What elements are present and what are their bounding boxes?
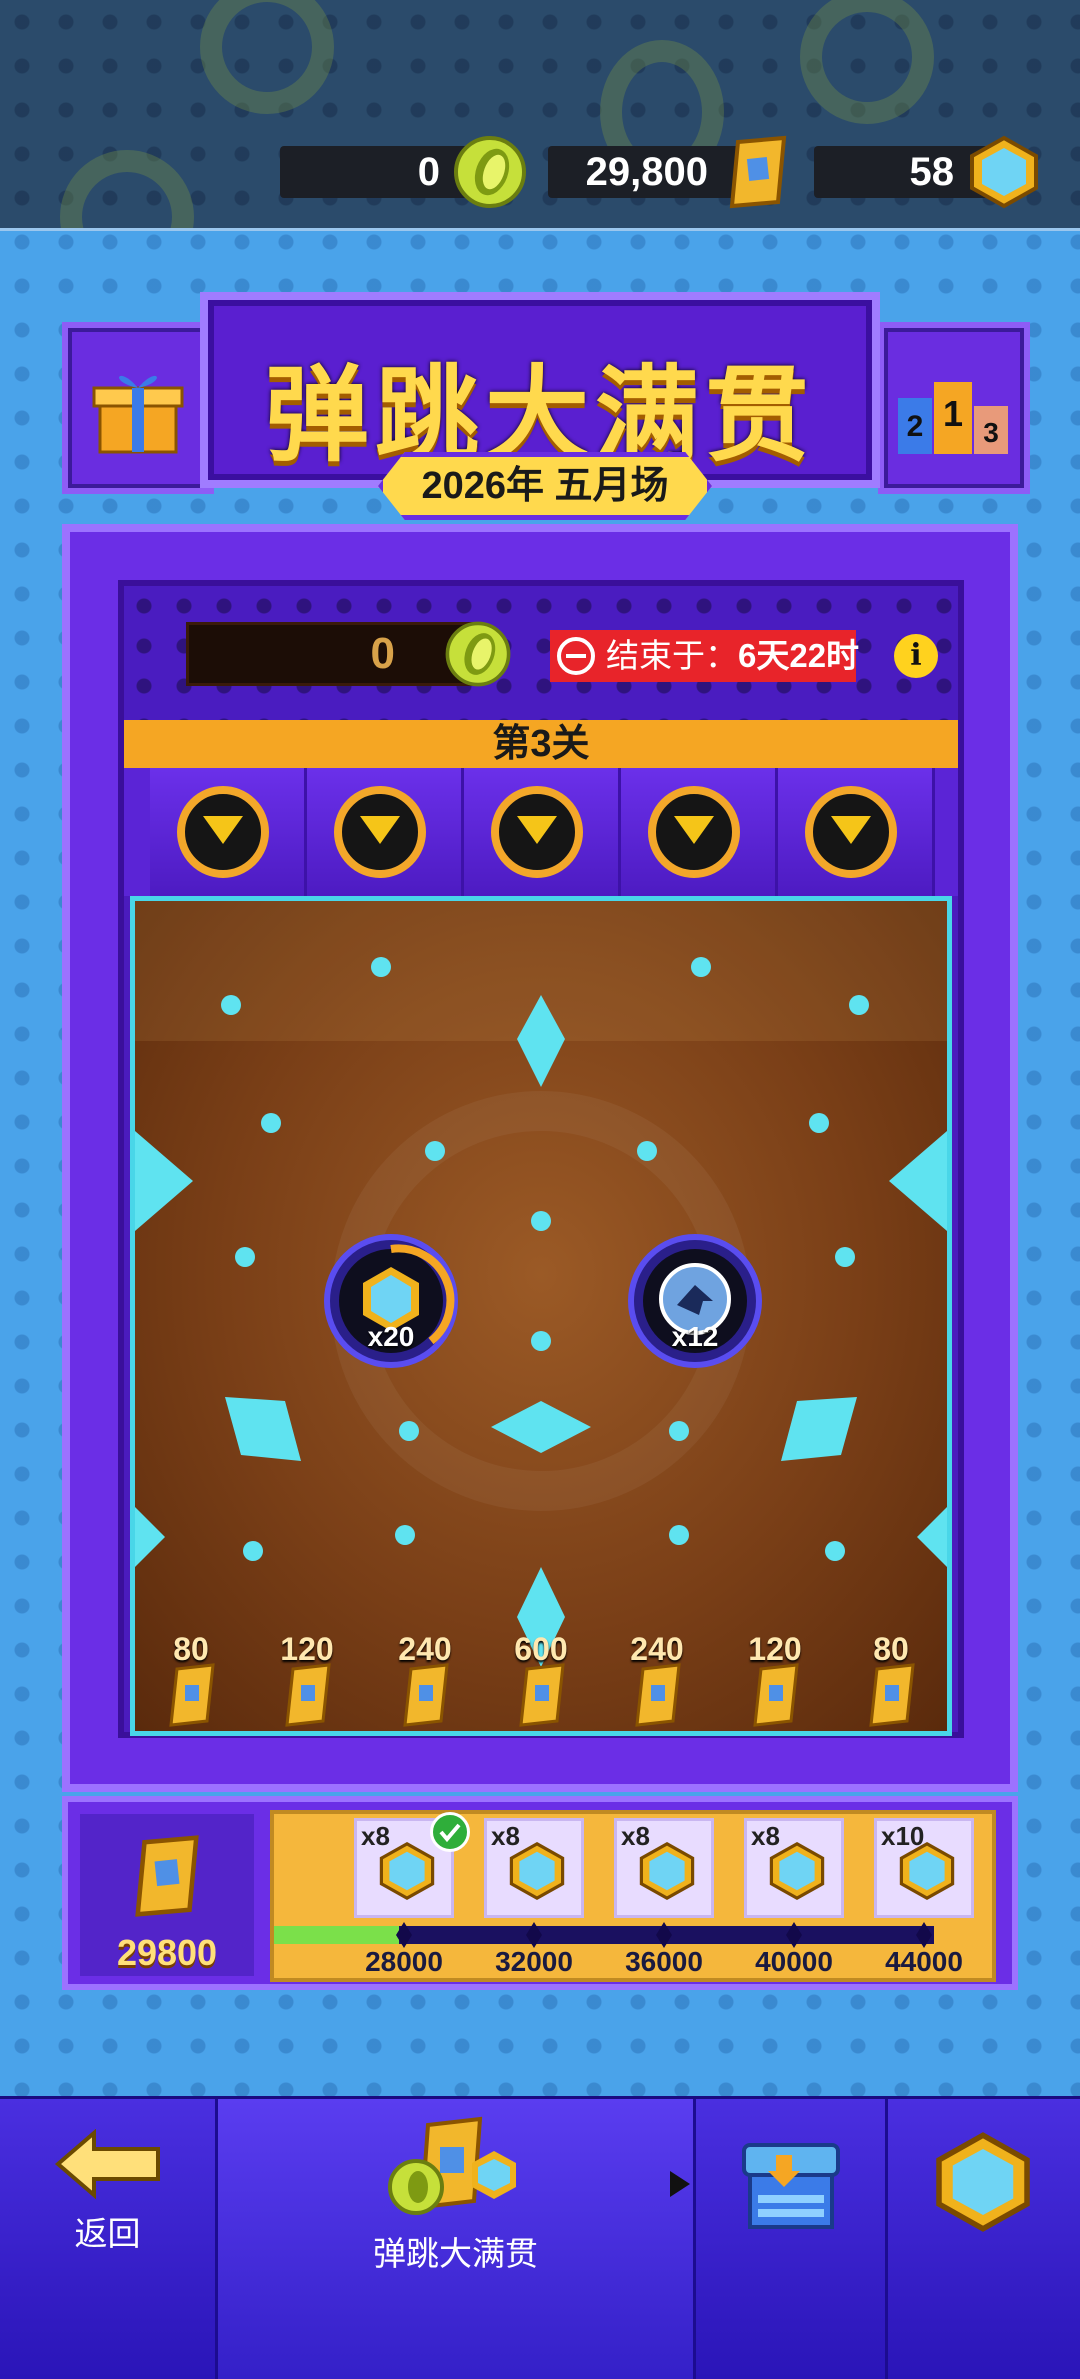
info-button[interactable]: i <box>894 634 938 678</box>
progress-bar-fill <box>274 1926 400 1944</box>
gem-icon <box>509 1841 565 1901</box>
milestone-threshold: 28000 <box>365 1946 443 1977</box>
gem-count: 58 <box>909 149 955 194</box>
back-label: 返回 <box>74 2215 141 2252</box>
coin-icon <box>445 621 511 687</box>
coin-count: 0 <box>417 149 440 194</box>
level-indicator: 第3关 <box>124 720 958 768</box>
milestone-threshold: 44000 <box>885 1946 963 1977</box>
ticket-icon <box>729 135 787 209</box>
ticket-icon <box>285 1663 331 1727</box>
shop-button[interactable] <box>696 2099 888 2379</box>
multiplier-label-right: x12 <box>671 1321 719 1352</box>
gem-icon <box>769 1841 825 1901</box>
gem-icon <box>936 2132 1030 2232</box>
ticket-icon <box>869 1663 915 1727</box>
timer-value: 6天22时 <box>738 637 860 674</box>
milestone-reward-5[interactable]: x10 <box>874 1818 974 1918</box>
svg-text:3: 3 <box>983 417 999 448</box>
milestone-threshold: 36000 <box>625 1946 703 1977</box>
gift-icon <box>92 375 184 454</box>
event-timer: 结束于：6天22时 <box>550 630 860 682</box>
podium-icon: 2 1 3 <box>898 382 1008 454</box>
coin-counter: 0 <box>280 136 526 208</box>
event-icon <box>388 2116 516 2215</box>
coin-icon <box>454 136 526 208</box>
event-subtitle: 2026年 五月场 <box>378 452 712 520</box>
milestone-track: x8 28000 x8 32000 x8 36000 x8 40000 x10 44000 <box>270 1810 996 1982</box>
drop-button-1[interactable] <box>177 786 269 878</box>
arrow-left-icon <box>54 2129 160 2199</box>
back-button[interactable]: 返回 <box>0 2099 218 2379</box>
ticket-total: 29800 <box>80 1814 254 1976</box>
drop-button-5[interactable] <box>805 786 897 878</box>
arrow-down-icon <box>360 816 400 844</box>
machine-header: 0 结束于：6天22时 i <box>124 586 958 720</box>
gem-icon <box>639 1841 695 1901</box>
bottom-nav: 返回 弹跳大满贯 <box>0 2096 1080 2379</box>
milestone-reward-2[interactable]: x8 <box>484 1818 584 1918</box>
timer-icon <box>557 637 595 675</box>
timer-label: 结束于： <box>606 637 738 674</box>
shop-icon <box>742 2143 840 2229</box>
ticket-counter: 29,800 <box>548 135 787 209</box>
gem-counter: 58 <box>814 135 1038 209</box>
score-display: 0 <box>186 622 478 686</box>
arrow-down-icon <box>517 816 557 844</box>
gem-icon <box>970 135 1038 209</box>
gift-button[interactable] <box>62 322 214 494</box>
ticket-total-value: 29800 <box>116 1932 218 1973</box>
caret-right-icon <box>670 2171 690 2197</box>
arrow-down-icon <box>674 816 714 844</box>
milestone-reward-3[interactable]: x8 <box>614 1818 714 1918</box>
drop-slot-5 <box>778 768 935 896</box>
pachinko-machine: 0 结束于：6天22时 i 第3关 x20 x12 80 120 240 600… <box>62 524 1018 1792</box>
arrow-down-icon <box>203 816 243 844</box>
arrow-down-icon <box>831 816 871 844</box>
drop-slot-1 <box>150 768 307 896</box>
milestone-threshold: 32000 <box>495 1946 573 1977</box>
drop-slot-2 <box>307 768 464 896</box>
pachinko-board: x20 x12 80 120 240 600 240 120 80 <box>130 896 952 1736</box>
ticket-icon <box>519 1663 565 1727</box>
gem-icon <box>379 1841 435 1901</box>
ticket-icon <box>169 1663 215 1727</box>
svg-text:1: 1 <box>943 393 963 434</box>
milestone-threshold: 40000 <box>755 1946 833 1977</box>
svg-text:2: 2 <box>907 410 924 443</box>
gem-shop-button[interactable] <box>888 2099 1080 2379</box>
drop-button-2[interactable] <box>334 786 426 878</box>
leaderboard-button[interactable]: 2 1 3 <box>878 322 1030 494</box>
progress-bar <box>274 1926 934 1944</box>
board-pegs <box>135 901 947 1667</box>
gem-icon <box>899 1841 955 1901</box>
ticket-icon <box>635 1663 681 1727</box>
check-icon <box>430 1812 470 1852</box>
event-tab-label: 弹跳大满贯 <box>373 2235 538 2272</box>
tab-event[interactable]: 弹跳大满贯 <box>218 2099 696 2379</box>
drop-button-3[interactable] <box>491 786 583 878</box>
ticket-icon <box>135 1835 199 1917</box>
drop-slot-3 <box>464 768 621 896</box>
drop-button-4[interactable] <box>648 786 740 878</box>
currency-bar: 0 29,800 58 <box>0 0 1080 231</box>
multiplier-label-left: x20 <box>367 1321 415 1352</box>
milestone-reward-4[interactable]: x8 <box>744 1818 844 1918</box>
ticket-icon <box>403 1663 449 1727</box>
milestone-panel: 29800 x8 28000 x8 32000 x8 36000 x8 40000 x10 440… <box>62 1796 1018 1990</box>
drop-slot-4 <box>621 768 778 896</box>
ticket-count: 29,800 <box>585 149 708 194</box>
ticket-icon <box>753 1663 799 1727</box>
drop-row <box>124 768 958 896</box>
